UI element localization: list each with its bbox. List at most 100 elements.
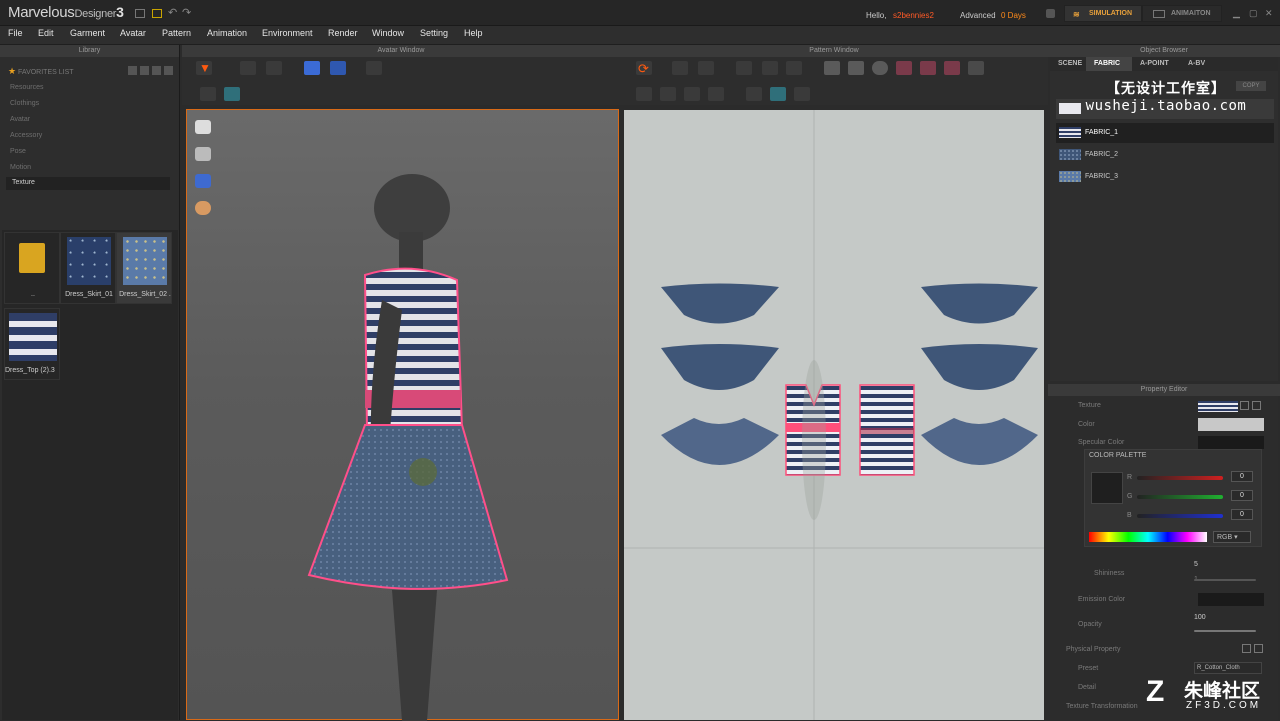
fold-icon[interactable]: [304, 61, 320, 75]
menu-file[interactable]: File: [8, 28, 23, 38]
fabric-row-3[interactable]: FABRIC_3: [1056, 167, 1274, 187]
circle-icon[interactable]: [872, 61, 888, 75]
edit-texture-icon[interactable]: [746, 87, 762, 101]
thumb-dress-skirt-02[interactable]: Dress_Skirt_02 .: [116, 232, 172, 304]
tab-fabric[interactable]: FABRIC: [1086, 57, 1132, 71]
specular-swatch[interactable]: [1198, 436, 1264, 449]
opacity-value[interactable]: 100: [1194, 614, 1206, 621]
green-slider[interactable]: [1137, 495, 1223, 499]
edit-sewing-icon[interactable]: [684, 87, 700, 101]
fabric-row-1[interactable]: FABRIC_1: [1056, 123, 1274, 143]
edit-point-icon[interactable]: [698, 61, 714, 75]
tab-scene[interactable]: SCENE: [1050, 57, 1086, 71]
add-point-icon[interactable]: [736, 61, 752, 75]
emission-swatch[interactable]: [1198, 593, 1264, 606]
pin-icon[interactable]: [330, 61, 346, 75]
texture-preview: [9, 313, 57, 361]
texture-swatch[interactable]: [1198, 401, 1238, 412]
blue-slider[interactable]: [1137, 514, 1223, 518]
transform-pattern-icon[interactable]: [672, 61, 688, 75]
tree-avatar[interactable]: Avatar: [10, 116, 30, 123]
grid-icon[interactable]: [135, 9, 145, 18]
menu-garment[interactable]: Garment: [70, 28, 105, 38]
thumb-dress-skirt-01[interactable]: Dress_Skirt_01: [60, 232, 116, 304]
library-grid: .. Dress_Skirt_01 Dress_Skirt_02 . Dress…: [2, 230, 178, 720]
undo-icon[interactable]: ↶: [168, 6, 177, 19]
menu-setting[interactable]: Setting: [420, 28, 448, 38]
menu-animation[interactable]: Animation: [207, 28, 247, 38]
blue-value[interactable]: 0: [1231, 509, 1253, 520]
shininess-value[interactable]: 5: [1194, 561, 1198, 568]
tape-icon[interactable]: [708, 87, 724, 101]
menu-render[interactable]: Render: [328, 28, 358, 38]
tack-icon[interactable]: [266, 61, 282, 75]
edit-curve-icon[interactable]: [762, 61, 778, 75]
pin-pattern-icon[interactable]: [794, 87, 810, 101]
measure-icon[interactable]: [366, 61, 382, 75]
opacity-slider[interactable]: [1194, 630, 1256, 632]
simulation-tab[interactable]: ≋ SIMULATION: [1064, 5, 1142, 22]
tree-clothings[interactable]: Clothings: [10, 100, 39, 107]
thumb-dress-top[interactable]: Dress_Top (2).3: [4, 308, 60, 380]
fabric-swatch: [1059, 127, 1081, 138]
texture-edit-icon[interactable]: [200, 87, 216, 101]
tree-pose[interactable]: Pose: [10, 148, 26, 155]
animation-tab[interactable]: ANIMAITON: [1142, 5, 1222, 22]
hue-spectrum[interactable]: [1089, 532, 1207, 542]
pattern-window-title: Pattern Window: [620, 45, 1048, 57]
menu-window[interactable]: Window: [372, 28, 404, 38]
polygon-icon[interactable]: [848, 61, 864, 75]
menu-bar: File Edit Garment Avatar Pattern Animati…: [0, 26, 1280, 45]
segment-sewing-icon[interactable]: [636, 87, 652, 101]
internal-rect-icon[interactable]: [896, 61, 912, 75]
avatar-viewport[interactable]: [186, 109, 619, 721]
user-name[interactable]: s2bennies2: [893, 11, 934, 20]
redo-icon[interactable]: ↷: [182, 6, 191, 19]
close-button[interactable]: ✕: [1265, 8, 1273, 19]
texture-browse-icon[interactable]: [1240, 401, 1249, 410]
free-sewing-icon[interactable]: [660, 87, 676, 101]
tree-resources[interactable]: Resources: [10, 84, 43, 91]
internal-polygon-icon[interactable]: [920, 61, 936, 75]
thumb-parent-folder[interactable]: ..: [4, 232, 60, 304]
shininess-slider[interactable]: [1194, 579, 1256, 581]
tree-motion[interactable]: Motion: [10, 164, 31, 171]
pattern-viewport[interactable]: [624, 110, 1044, 720]
red-slider[interactable]: [1137, 476, 1223, 480]
tree-accessory[interactable]: Accessory: [10, 132, 42, 139]
simulate-icon[interactable]: ▼: [196, 61, 212, 75]
folder-icon[interactable]: [152, 9, 162, 18]
color-swatch[interactable]: [1198, 418, 1264, 431]
menu-help[interactable]: Help: [464, 28, 483, 38]
select-move-icon[interactable]: [240, 61, 256, 75]
sync-icon[interactable]: ⟳: [636, 61, 652, 76]
green-value[interactable]: 0: [1231, 490, 1253, 501]
color-mode-select[interactable]: RGB ▾: [1213, 531, 1251, 543]
shininess-label: Shininess: [1094, 570, 1125, 577]
fabric-row-2[interactable]: FABRIC_2: [1056, 145, 1274, 165]
menu-edit[interactable]: Edit: [38, 28, 54, 38]
settings-icon[interactable]: [1046, 9, 1055, 18]
texture-clear-icon[interactable]: [1252, 401, 1261, 410]
maximize-button[interactable]: ▢: [1249, 8, 1258, 19]
tab-a-bv[interactable]: A-BV: [1180, 57, 1220, 71]
texture-transform-icon[interactable]: [224, 87, 240, 101]
internal-circle-icon[interactable]: [944, 61, 960, 75]
curve-point-icon[interactable]: [786, 61, 802, 75]
menu-environment[interactable]: Environment: [262, 28, 313, 38]
rectangle-icon[interactable]: [824, 61, 840, 75]
color-preview: [1091, 472, 1123, 504]
minimize-button[interactable]: ▁: [1233, 8, 1240, 19]
property-editor-title: Property Editor: [1048, 384, 1280, 396]
library-title: Library: [0, 45, 179, 57]
dart-icon[interactable]: [968, 61, 984, 75]
menu-avatar[interactable]: Avatar: [120, 28, 146, 38]
physical-load-icon[interactable]: [1242, 644, 1251, 653]
red-value[interactable]: 0: [1231, 471, 1253, 482]
menu-pattern[interactable]: Pattern: [162, 28, 191, 38]
physical-property-label: Physical Property: [1066, 646, 1121, 653]
tree-texture[interactable]: Texture: [6, 177, 170, 190]
tab-a-point[interactable]: A-POINT: [1132, 57, 1180, 71]
physical-save-icon[interactable]: [1254, 644, 1263, 653]
texture-transform-icon[interactable]: [770, 87, 786, 101]
